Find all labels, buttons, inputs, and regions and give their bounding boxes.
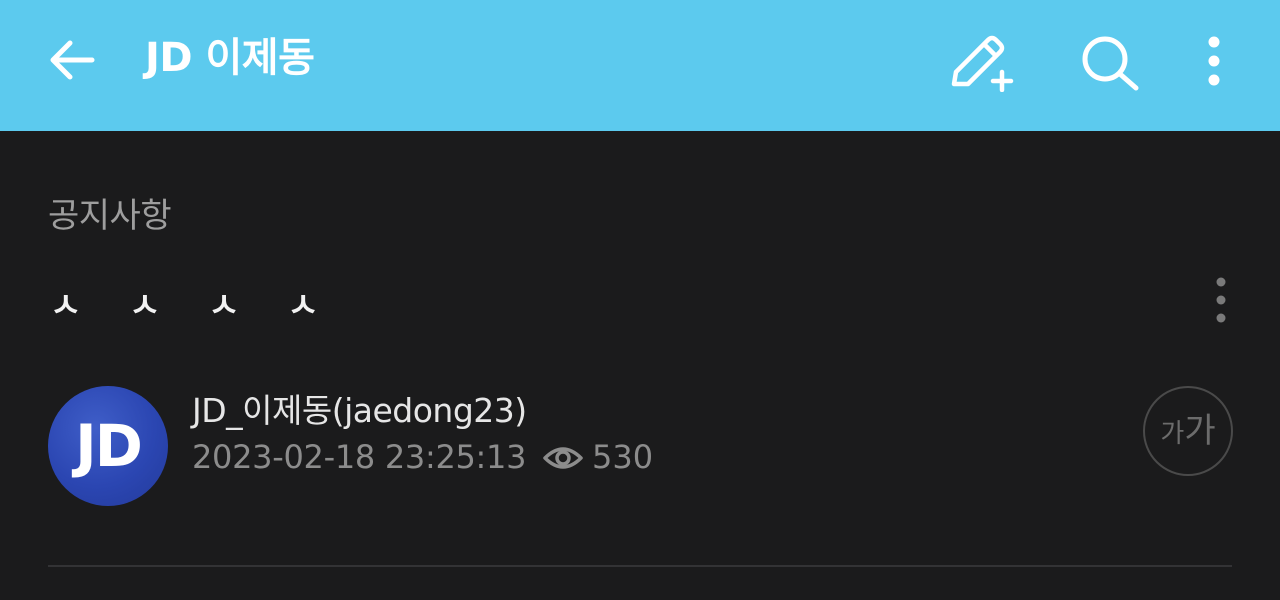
search-button[interactable]: [1076, 30, 1144, 92]
back-button[interactable]: [44, 34, 100, 86]
post-title: ㅅ ㅅ ㅅ ㅅ: [50, 286, 337, 326]
post-category[interactable]: 공지사항: [48, 188, 172, 237]
font-size-large-label: 가: [1184, 411, 1216, 451]
author-avatar[interactable]: JD: [48, 386, 168, 506]
more-vertical-icon: [1208, 36, 1220, 86]
eye-icon: [542, 440, 584, 476]
divider: [48, 565, 1232, 567]
avatar-initials: JD: [75, 412, 143, 480]
post-datetime: 2023-02-18 23:25:13: [192, 438, 527, 476]
write-post-button[interactable]: [944, 30, 1016, 93]
search-icon: [1082, 36, 1139, 91]
author-name[interactable]: JD_이제동(jaedong23): [192, 384, 527, 432]
more-options-button[interactable]: [1192, 30, 1236, 92]
font-size-button[interactable]: 가가: [1143, 386, 1233, 476]
write-post-icon: [951, 35, 1014, 93]
font-size-small-label: 가: [1160, 419, 1185, 449]
post-more-button[interactable]: [1204, 274, 1238, 328]
view-count: 530: [592, 438, 654, 476]
app-bar: JD 이제동: [0, 0, 1280, 131]
more-vertical-icon: [1216, 277, 1226, 323]
page-title: JD 이제동: [145, 35, 315, 81]
arrow-left-icon: [50, 40, 95, 80]
